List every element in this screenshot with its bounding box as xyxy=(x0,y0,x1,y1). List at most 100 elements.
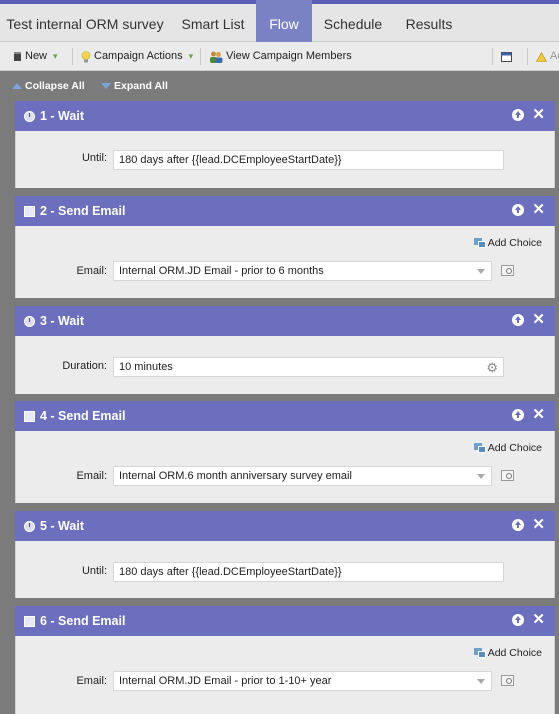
email-select[interactable]: Internal ORM.JD Email - prior to 6 month… xyxy=(113,261,492,281)
new-caret-icon: ▾ xyxy=(53,51,58,61)
flow-step: 4 - Send Email ✕ Add Choice Email: Inter… xyxy=(15,401,555,503)
step-title: 6 - Send Email xyxy=(40,614,126,628)
tab-bar: Test internal ORM survey Smart List Flow… xyxy=(0,0,559,42)
gear-icon[interactable]: ⚙ xyxy=(486,361,498,374)
move-up-icon[interactable] xyxy=(512,519,525,531)
step-body: Duration: 10 minutes ⚙ xyxy=(15,336,555,394)
tab-program-name[interactable]: Test internal ORM survey xyxy=(0,0,170,42)
tab-smart-list[interactable]: Smart List xyxy=(170,0,256,42)
close-icon[interactable]: ✕ xyxy=(532,312,545,327)
add-choice-label: Add Choice xyxy=(487,237,542,249)
duration-label: Duration: xyxy=(62,360,107,372)
flow-step: 5 - Wait ✕ Until: 180 days after {{lead.… xyxy=(15,511,555,598)
email-select-value: Internal ORM.JD Email - prior to 1-10+ y… xyxy=(119,675,332,687)
chevron-down-icon xyxy=(477,679,485,684)
step-body: Until: 180 days after {{lead.DCEmployeeS… xyxy=(15,131,555,188)
step-header[interactable]: 1 - Wait ✕ xyxy=(15,101,555,131)
step-title: 5 - Wait xyxy=(40,519,84,533)
email-label: Email: xyxy=(76,265,107,277)
close-icon[interactable]: ✕ xyxy=(532,612,545,627)
email-label: Email: xyxy=(76,675,107,687)
view-campaign-members-button[interactable]: View Campaign Members xyxy=(209,42,352,71)
collapse-icon xyxy=(12,83,22,89)
step-header[interactable]: 3 - Wait ✕ xyxy=(15,306,555,336)
view-campaign-members-label: View Campaign Members xyxy=(226,50,352,62)
close-icon[interactable]: ✕ xyxy=(532,107,545,122)
collapse-expand-row: Collapse All Expand All xyxy=(0,72,559,100)
duration-input[interactable]: 10 minutes ⚙ xyxy=(113,357,504,377)
add-choice-label: Add Choice xyxy=(487,647,542,659)
toolbar-divider xyxy=(492,48,493,65)
move-up-icon[interactable] xyxy=(512,409,525,421)
people-icon xyxy=(210,51,223,63)
toolbar-divider xyxy=(72,48,73,65)
move-up-icon[interactable] xyxy=(512,109,525,121)
until-input[interactable]: 180 days after {{lead.DCEmployeeStartDat… xyxy=(113,562,504,582)
tab-flow[interactable]: Flow xyxy=(256,0,312,42)
tab-schedule[interactable]: Schedule xyxy=(312,0,394,42)
email-label: Email: xyxy=(76,470,107,482)
until-input[interactable]: 180 days after {{lead.DCEmployeeStartDat… xyxy=(113,150,504,170)
move-up-icon[interactable] xyxy=(512,314,525,326)
clock-icon xyxy=(24,315,35,327)
tab-results[interactable]: Results xyxy=(394,0,464,42)
close-icon[interactable]: ✕ xyxy=(532,407,545,422)
email-select[interactable]: Internal ORM.6 month anniversary survey … xyxy=(113,466,492,486)
move-up-icon[interactable] xyxy=(512,614,525,626)
collapse-all-link[interactable]: Collapse All xyxy=(12,80,85,92)
close-icon[interactable]: ✕ xyxy=(532,517,545,532)
toolbar-divider xyxy=(527,48,528,65)
campaign-actions-label: Campaign Actions xyxy=(94,50,183,62)
preview-icon[interactable] xyxy=(501,470,514,481)
chevron-down-icon xyxy=(477,269,485,274)
step-title: 4 - Send Email xyxy=(40,409,126,423)
campaign-actions-button[interactable]: Campaign Actions ▾ xyxy=(81,42,193,71)
expand-all-label: Expand All xyxy=(114,80,168,92)
add-choice-link[interactable]: Add Choice xyxy=(473,442,542,454)
move-up-icon[interactable] xyxy=(512,204,525,216)
alert-button[interactable]: Ac xyxy=(536,42,559,71)
step-header[interactable]: 2 - Send Email ✕ xyxy=(15,196,555,226)
window-button[interactable] xyxy=(501,42,512,71)
step-header[interactable]: 6 - Send Email ✕ xyxy=(15,606,555,636)
until-label: Until: xyxy=(81,152,107,164)
email-icon xyxy=(24,205,35,217)
clock-icon xyxy=(24,110,35,122)
alert-label: Ac xyxy=(550,50,559,62)
collapse-all-label: Collapse All xyxy=(25,80,85,92)
step-body: Until: 180 days after {{lead.DCEmployeeS… xyxy=(15,541,555,598)
close-icon[interactable]: ✕ xyxy=(532,202,545,217)
flow-step: 1 - Wait ✕ Until: 180 days after {{lead.… xyxy=(15,101,555,188)
email-icon xyxy=(24,615,35,627)
add-choice-link[interactable]: Add Choice xyxy=(473,237,542,249)
add-choice-link[interactable]: Add Choice xyxy=(473,647,542,659)
clock-icon xyxy=(24,520,35,532)
step-body: Add Choice Email: Internal ORM.JD Email … xyxy=(15,226,555,298)
step-body: Add Choice Email: Internal ORM.JD Email … xyxy=(15,636,555,714)
window-icon xyxy=(501,51,512,62)
campaign-actions-caret-icon: ▾ xyxy=(188,51,194,61)
warning-icon xyxy=(536,51,547,62)
step-title: 1 - Wait xyxy=(40,109,84,123)
lightbulb-icon xyxy=(81,50,91,62)
step-header[interactable]: 5 - Wait ✕ xyxy=(15,511,555,541)
add-choice-icon xyxy=(473,238,486,248)
step-header[interactable]: 4 - Send Email ✕ xyxy=(15,401,555,431)
expand-all-link[interactable]: Expand All xyxy=(101,80,168,92)
email-select[interactable]: Internal ORM.JD Email - prior to 1-10+ y… xyxy=(113,671,492,691)
step-title: 3 - Wait xyxy=(40,314,84,328)
preview-icon[interactable] xyxy=(501,675,514,686)
email-icon xyxy=(24,410,35,422)
expand-icon xyxy=(101,83,111,89)
flow-step: 6 - Send Email ✕ Add Choice Email: Inter… xyxy=(15,606,555,714)
duration-value: 10 minutes xyxy=(119,361,173,373)
flow-step: 2 - Send Email ✕ Add Choice Email: Inter… xyxy=(15,196,555,298)
toolbar-divider xyxy=(200,48,201,65)
preview-icon[interactable] xyxy=(501,265,514,276)
email-select-value: Internal ORM.6 month anniversary survey … xyxy=(119,470,352,482)
add-choice-icon xyxy=(473,648,486,658)
new-button[interactable]: New ▾ xyxy=(13,42,58,71)
step-body: Add Choice Email: Internal ORM.6 month a… xyxy=(15,431,555,503)
until-label: Until: xyxy=(81,565,107,577)
flow-step: 3 - Wait ✕ Duration: 10 minutes ⚙ xyxy=(15,306,555,394)
